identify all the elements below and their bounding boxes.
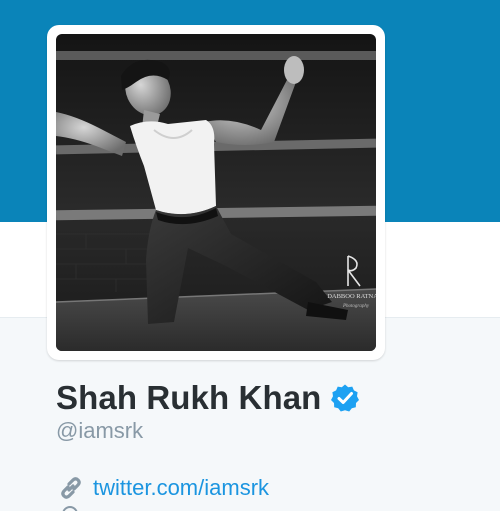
profile-url-link[interactable]: twitter.com/iamsrk [93,475,269,501]
profile-avatar-photo[interactable]: DABBOO RATNANI Photography [56,34,376,351]
verified-badge-icon[interactable] [330,383,360,413]
link-icon [61,477,81,499]
svg-text:DABBOO RATNANI: DABBOO RATNANI [327,293,376,300]
svg-text:Photography: Photography [342,304,370,309]
profile-name-row: Shah Rukh Khan [56,376,360,420]
profile-display-name[interactable]: Shah Rukh Khan [56,379,321,417]
profile-screen-name[interactable]: @iamsrk [56,418,143,444]
profile-url-row: twitter.com/iamsrk [58,473,269,503]
profile-avatar-frame[interactable]: DABBOO RATNANI Photography [47,25,385,360]
